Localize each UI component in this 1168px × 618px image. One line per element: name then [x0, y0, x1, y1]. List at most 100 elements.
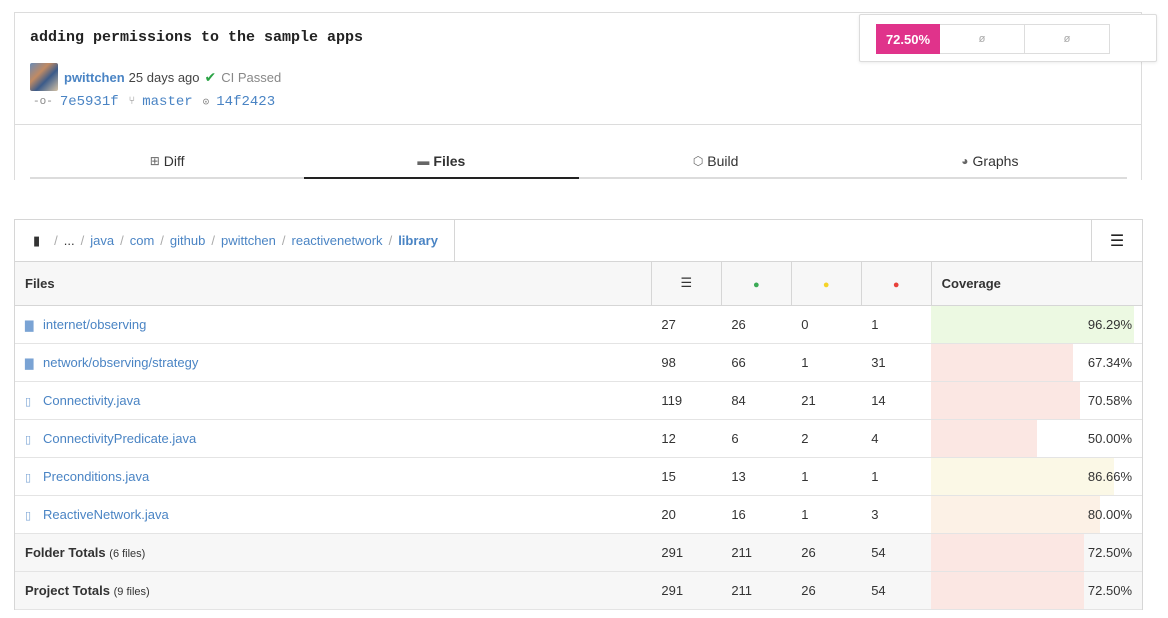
file-icon: ▯ — [25, 395, 32, 408]
branch-icon: ⑂ — [128, 96, 136, 108]
folder-icon: ▬ — [417, 154, 430, 168]
breadcrumb-ellipsis[interactable]: ... — [64, 233, 75, 248]
view-options-icon[interactable]: ☰ — [1091, 220, 1142, 262]
hits-cell: 16 — [721, 495, 792, 534]
misses-cell: 14 — [861, 381, 932, 420]
misses-cell: 4 — [861, 419, 932, 458]
file-icon: ▯ — [25, 509, 32, 522]
coverage-cell: 67.34% — [931, 343, 1142, 382]
table-row[interactable]: ▇ internet/observing 27 26 0 1 96.29% — [15, 305, 1142, 344]
misses-cell: 54 — [861, 571, 932, 610]
table-row[interactable]: ▇ network/observing/strategy 98 66 1 31 67.34% — [15, 343, 1142, 382]
commit-age: 25 days ago — [128, 69, 200, 85]
commit-sha-link[interactable]: 7e5931f — [60, 94, 119, 110]
file-link[interactable]: ConnectivityPredicate.java — [43, 431, 196, 446]
lines-cell: 291 — [651, 533, 722, 572]
partials-cell: 1 — [791, 495, 862, 534]
partials-cell: 2 — [791, 419, 862, 458]
breadcrumb-reactivenetwork[interactable]: reactivenetwork — [292, 233, 383, 248]
coverage-cell: 72.50% — [931, 533, 1142, 572]
parent-commit-link[interactable]: 14f2423 — [216, 94, 275, 110]
file-link[interactable]: ReactiveNetwork.java — [43, 507, 169, 522]
table-row[interactable]: ▯ Preconditions.java 15 13 1 1 86.66% — [15, 457, 1142, 496]
misses-header[interactable]: ● — [860, 262, 932, 306]
totals-label: Project Totals — [25, 582, 111, 598]
misses-cell: 31 — [861, 343, 932, 382]
file-name-cell: ▯ ReactiveNetwork.java — [15, 495, 652, 534]
hits-cell: 13 — [721, 457, 792, 496]
file-browser: ▮ / ... / java / com / github / pwittche… — [14, 219, 1143, 610]
breadcrumb-java[interactable]: java — [90, 233, 114, 248]
branch-link[interactable]: master — [142, 94, 192, 110]
breadcrumb-com[interactable]: com — [130, 233, 155, 248]
tab-graphs[interactable]: ◕ Graphs — [853, 145, 1127, 177]
file-link[interactable]: Connectivity.java — [43, 393, 140, 408]
repo-book-icon: ▮ — [33, 232, 41, 248]
table-row[interactable]: ▯ Connectivity.java 119 84 21 14 70.58% — [15, 381, 1142, 420]
totals-file-count: (6 files) — [109, 547, 146, 560]
hits-dot-icon: ● — [752, 278, 760, 291]
ci-status[interactable]: CI Passed — [221, 70, 281, 85]
misses-cell: 1 — [861, 305, 932, 344]
commit-meta: pwittchen 25 days ago ✔ CI Passed — [30, 63, 281, 91]
partials-header[interactable]: ● — [790, 262, 862, 306]
coverage-badge[interactable]: 72.50% — [876, 24, 940, 54]
divider — [15, 124, 1141, 125]
table-row[interactable]: ▯ ConnectivityPredicate.java 12 6 2 4 50.00% — [15, 419, 1142, 458]
coverage-summary: 72.50% ø ø — [859, 14, 1157, 62]
diff-icon: ⊞ — [149, 154, 160, 168]
coverage-value: 86.66% — [1087, 468, 1132, 484]
coverage-value: 72.50% — [1087, 582, 1132, 598]
file-name-cell: ▯ ConnectivityPredicate.java — [15, 419, 652, 458]
files-header[interactable]: Files — [15, 262, 652, 306]
author-link[interactable]: pwittchen — [64, 70, 125, 85]
file-link[interactable]: internet/observing — [43, 317, 146, 332]
hits-header[interactable]: ● — [720, 262, 792, 306]
avatar[interactable] — [30, 63, 58, 91]
hits-cell: 211 — [721, 533, 792, 572]
coverage-value: 80.00% — [1087, 506, 1132, 522]
coverage-header[interactable]: Coverage — [930, 262, 1142, 306]
tab-files[interactable]: ▬ Files — [304, 145, 579, 179]
parent-commit-icon: ⊙ — [202, 97, 210, 109]
breadcrumb-github[interactable]: github — [170, 233, 205, 248]
file-icon: ▯ — [25, 471, 32, 484]
misses-dot-icon: ● — [892, 278, 900, 291]
folder-icon: ▇ — [25, 319, 34, 332]
breadcrumb-pwittchen[interactable]: pwittchen — [221, 233, 276, 248]
coverage-value: 96.29% — [1087, 316, 1132, 332]
totals-row: Project Totals (9 files) 291 211 26 54 72.50% — [15, 571, 1142, 610]
misses-cell: 1 — [861, 457, 932, 496]
tab-bar: ⊞ Diff ▬ Files ⬡ Build ◕ Graphs — [30, 145, 1127, 179]
partials-cell: 0 — [791, 305, 862, 344]
partials-dot-icon: ● — [822, 278, 830, 291]
tab-diff[interactable]: ⊞ Diff — [30, 145, 304, 177]
coverage-diff-empty: ø — [1025, 24, 1110, 54]
hits-cell: 211 — [721, 571, 792, 610]
breadcrumb: ▮ / ... / java / com / github / pwittche… — [15, 219, 1142, 262]
totals-label-cell: Folder Totals (6 files) — [15, 533, 652, 572]
breadcrumb-library[interactable]: library — [398, 233, 438, 248]
coverage-table: Files ☰ ● ● ● Coverage ▇ internet/observi… — [15, 262, 1142, 610]
hits-cell: 66 — [721, 343, 792, 382]
build-icon: ⬡ — [692, 154, 704, 168]
totals-row: Folder Totals (6 files) 291 211 26 54 72.50% — [15, 533, 1142, 572]
partials-cell: 26 — [791, 533, 862, 572]
totals-label-cell: Project Totals (9 files) — [15, 571, 652, 610]
partials-cell: 26 — [791, 571, 862, 610]
lines-cell: 291 — [651, 571, 722, 610]
misses-cell: 54 — [861, 533, 932, 572]
file-name-cell: ▇ internet/observing — [15, 305, 652, 344]
file-link[interactable]: Preconditions.java — [43, 469, 149, 484]
file-icon: ▯ — [25, 433, 32, 446]
tab-build[interactable]: ⬡ Build — [579, 145, 853, 177]
coverage-cell: 50.00% — [931, 419, 1142, 458]
coverage-cell: 72.50% — [931, 571, 1142, 610]
table-row[interactable]: ▯ ReactiveNetwork.java 20 16 1 3 80.00% — [15, 495, 1142, 534]
totals-file-count: (9 files) — [113, 585, 150, 598]
commit-icon: -o- — [33, 96, 53, 108]
file-link[interactable]: network/observing/strategy — [43, 355, 198, 370]
coverage-cell: 86.66% — [931, 457, 1142, 496]
lines-icon[interactable]: ☰ — [650, 262, 722, 306]
hits-cell: 6 — [721, 419, 792, 458]
